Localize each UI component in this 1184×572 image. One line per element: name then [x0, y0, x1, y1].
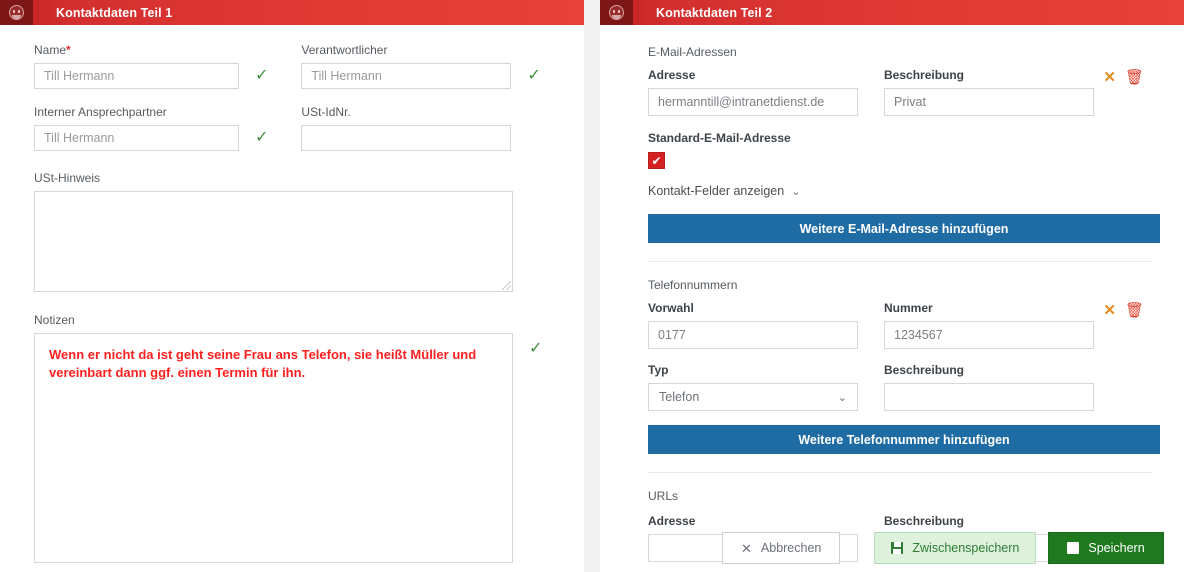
phone-clear-x-icon[interactable]: ✕ [1103, 303, 1116, 318]
save-draft-button-label: Zwischenspeichern [912, 541, 1020, 555]
phone-section: Telefonnummern Vorwahl 0177 Nummer 12345… [600, 262, 1184, 473]
field-name-label-text: Name [34, 43, 67, 57]
url-adresse-label: Adresse [648, 514, 696, 528]
phone-row-actions: ✕ 🗑 [1103, 303, 1152, 318]
phone-typ-field: Typ Telefon ⌄ [648, 363, 858, 411]
left-panel-body: Name* Till Hermann ✓ Verantwortlicher Ti… [0, 25, 584, 572]
checkbox-check-glyph: ✔ [651, 153, 662, 168]
email-beschreibung-field: Beschreibung Privat [884, 68, 1094, 116]
email-delete-trash-icon[interactable]: 🗑 [1125, 70, 1144, 85]
phone-beschreibung-label: Beschreibung [884, 363, 965, 377]
ust-idnr-input[interactable] [301, 125, 512, 151]
verantwortlicher-valid-check-icon: ✓ [527, 67, 541, 84]
field-verantwortlicher: Verantwortlicher Till Hermann ✓ [301, 43, 541, 89]
left-panel-header: Kontaktdaten Teil 1 [0, 0, 584, 25]
phone-typ-select[interactable]: Telefon ⌄ [648, 383, 858, 411]
save-button-label: Speichern [1088, 541, 1145, 555]
email-adresse-field: Adresse hermanntill@intranetdienst.de [648, 68, 858, 116]
phone-typ-selected-value: Telefon [659, 390, 700, 404]
email-beschreibung-label: Beschreibung [884, 68, 965, 82]
phone-vorwahl-input[interactable]: 0177 [648, 321, 858, 349]
phone-group-label: Telefonnummern [648, 278, 738, 292]
field-name-label: Name* [34, 43, 268, 57]
field-verantwortlicher-label: Verantwortlicher [301, 43, 388, 57]
name-input[interactable]: Till Hermann [34, 63, 239, 89]
contact-face-icon [0, 0, 33, 25]
left-row-2: Interner Ansprechpartner Till Hermann ✓ … [0, 89, 584, 151]
cancel-button[interactable]: ✕ Abbrechen [722, 532, 841, 564]
save-disk-icon [891, 542, 904, 554]
action-button-bar: ✕ Abbrechen Zwischenspeichern Speichern [722, 532, 1164, 564]
phone-vorwahl-field: Vorwahl 0177 [648, 301, 858, 349]
ust-hinweis-label: USt-Hinweis [34, 171, 101, 185]
cancel-button-label: Abbrechen [760, 541, 822, 555]
save-button[interactable]: Speichern [1048, 532, 1164, 564]
add-phone-button[interactable]: Weitere Telefonnummer hinzufügen [648, 425, 1160, 454]
kontakt-felder-toggle-label: Kontakt-Felder anzeigen [648, 184, 785, 198]
notizen-valid-check-icon: ✓ [529, 340, 543, 357]
standard-email-checkbox[interactable]: ✔ [648, 152, 665, 169]
phone-delete-trash-icon[interactable]: 🗑 [1125, 303, 1144, 318]
notizen-value: Wenn er nicht da ist geht seine Frau ans… [49, 347, 477, 380]
phone-vorwahl-label: Vorwahl [648, 301, 694, 315]
phone-typ-label: Typ [648, 363, 669, 377]
field-name: Name* Till Hermann ✓ [34, 43, 268, 89]
ust-hinweis-value [35, 192, 512, 216]
notizen-textarea[interactable]: Wenn er nicht da ist geht seine Frau ans… [34, 333, 513, 563]
ust-hinweis-textarea[interactable] [34, 191, 513, 292]
right-panel-body: E-Mail-Adressen Adresse hermanntill@intr… [600, 25, 1184, 572]
email-clear-x-icon[interactable]: ✕ [1103, 70, 1116, 85]
email-beschreibung-input[interactable]: Privat [884, 88, 1094, 116]
right-panel-title: Kontaktdaten Teil 2 [656, 5, 773, 20]
email-section: E-Mail-Adressen Adresse hermanntill@intr… [600, 25, 1184, 262]
interner-valid-check-icon: ✓ [255, 129, 269, 146]
add-email-button[interactable]: Weitere E-Mail-Adresse hinzufügen [648, 214, 1160, 243]
notizen-label: Notizen [34, 313, 75, 327]
phone-nummer-label: Nummer [884, 301, 933, 315]
url-group-label: URLs [648, 489, 679, 503]
email-adresse-label: Adresse [648, 68, 696, 82]
save-draft-button[interactable]: Zwischenspeichern [874, 532, 1037, 564]
close-x-icon: ✕ [741, 540, 752, 556]
standard-email-label: Standard-E-Mail-Adresse [648, 131, 791, 145]
face-glyph [9, 5, 24, 20]
resize-grip-icon[interactable] [502, 281, 511, 290]
field-interner-ansprechpartner: Interner Ansprechpartner Till Hermann ✓ [34, 105, 268, 151]
phone-beschreibung-input[interactable] [884, 383, 1094, 411]
phone-nummer-input[interactable]: 1234567 [884, 321, 1094, 349]
panel-kontaktdaten-teil-2: Kontaktdaten Teil 2 E-Mail-Adressen Adre… [600, 0, 1184, 572]
chevron-down-icon: ⌄ [837, 391, 847, 404]
right-panel-header: Kontaktdaten Teil 2 [600, 0, 1184, 25]
panel-kontaktdaten-teil-1: Kontaktdaten Teil 1 Name* Till Hermann ✓ [0, 0, 584, 572]
phone-beschreibung-field: Beschreibung [884, 363, 1094, 411]
field-ust-idnr: USt-IdNr. [301, 105, 512, 151]
email-row-actions: ✕ 🗑 [1103, 70, 1152, 85]
email-adresse-input[interactable]: hermanntill@intranetdienst.de [648, 88, 858, 116]
panel-gutter [584, 0, 600, 572]
verantwortlicher-input[interactable]: Till Hermann [301, 63, 512, 89]
chevron-down-icon: ⌄ [791, 185, 801, 198]
face-glyph [609, 5, 624, 20]
url-beschreibung-label: Beschreibung [884, 514, 965, 528]
left-row-notizen: Notizen Wenn er nicht da ist geht seine … [0, 292, 584, 563]
field-ustid-label: USt-IdNr. [301, 105, 351, 119]
left-panel-title: Kontaktdaten Teil 1 [56, 5, 173, 20]
email-group-label: E-Mail-Adressen [648, 45, 737, 59]
left-row-1: Name* Till Hermann ✓ Verantwortlicher Ti… [0, 25, 584, 89]
dual-panel-form: Kontaktdaten Teil 1 Name* Till Hermann ✓ [0, 0, 1184, 572]
kontakt-felder-toggle[interactable]: Kontakt-Felder anzeigen ⌄ [648, 184, 800, 198]
contact-face-icon [600, 0, 633, 25]
save-disk-icon [1067, 542, 1080, 554]
interner-ansprechpartner-input[interactable]: Till Hermann [34, 125, 239, 151]
field-interner-label: Interner Ansprechpartner [34, 105, 167, 119]
required-marker: * [66, 43, 71, 57]
phone-nummer-field: Nummer 1234567 [884, 301, 1094, 349]
name-valid-check-icon: ✓ [255, 67, 269, 84]
left-row-ust-hinweis: USt-Hinweis [0, 151, 584, 292]
